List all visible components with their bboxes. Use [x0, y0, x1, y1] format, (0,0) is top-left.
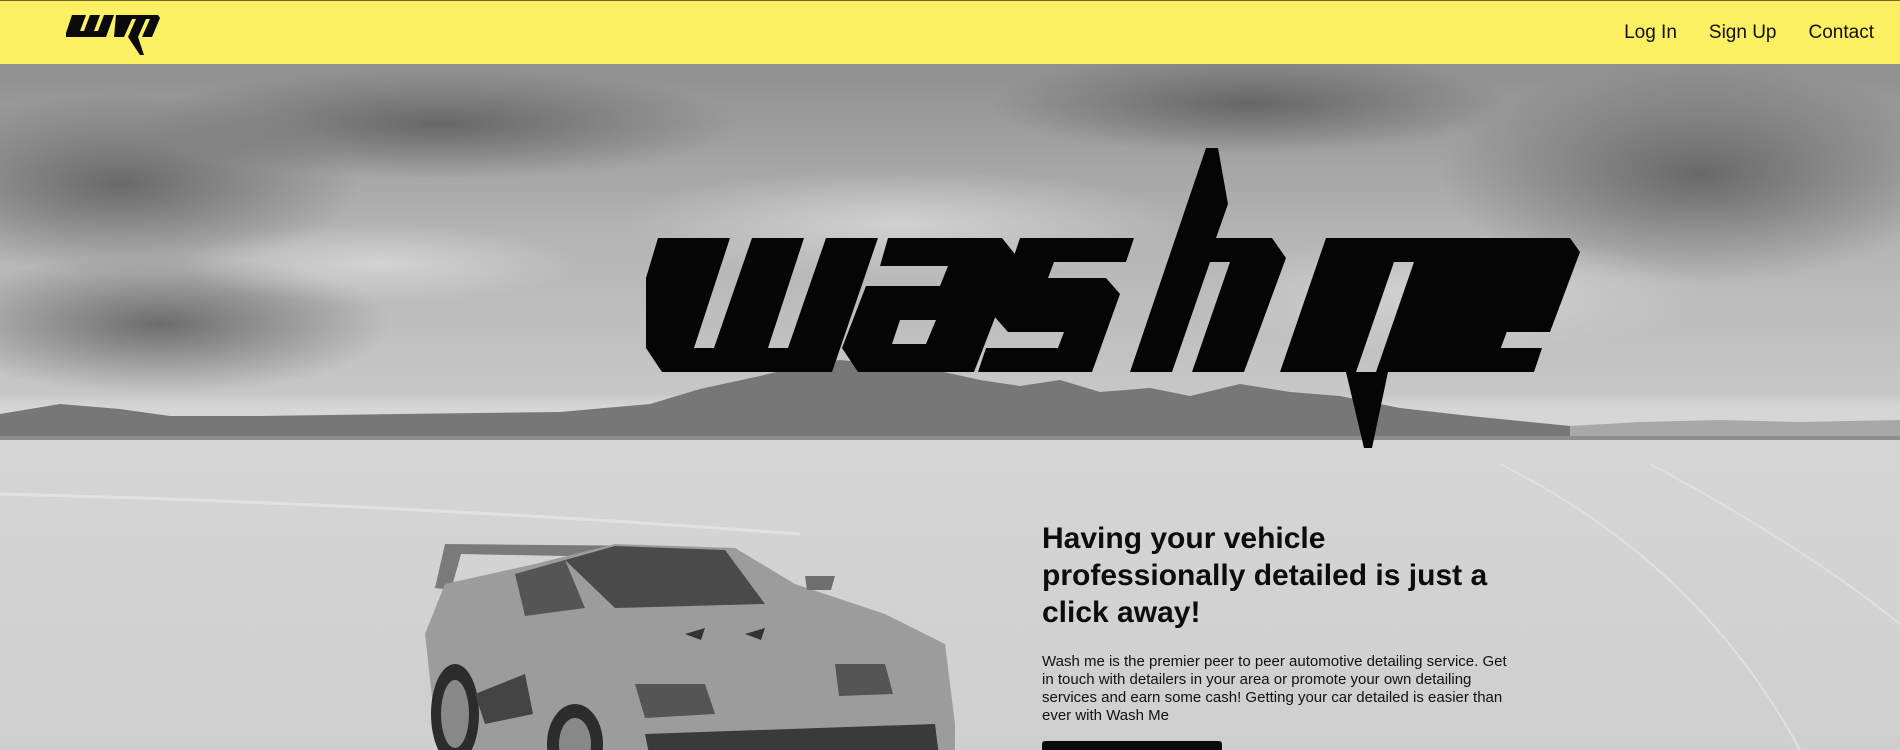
- wash-me-logo: [646, 148, 1580, 448]
- signup-link[interactable]: Sign Up: [1709, 22, 1777, 44]
- hero-copy: Having your vehicle professionally detai…: [1042, 520, 1522, 725]
- landing-page: Log In Sign Up Contact Having your vehic…: [0, 0, 1900, 750]
- wm-logo-icon[interactable]: [66, 9, 160, 55]
- contact-link[interactable]: Contact: [1809, 22, 1874, 44]
- login-link[interactable]: Log In: [1624, 22, 1677, 44]
- sports-car-image: [425, 544, 955, 750]
- hero-heading: Having your vehicle professionally detai…: [1042, 522, 1488, 629]
- nav-links: Log In Sign Up Contact: [1624, 1, 1874, 65]
- hero-section: Having your vehicle professionally detai…: [0, 64, 1900, 750]
- cta-button[interactable]: [1042, 741, 1222, 750]
- hero-description: Wash me is the premier peer to peer auto…: [1042, 653, 1507, 724]
- top-navbar: Log In Sign Up Contact: [0, 0, 1900, 64]
